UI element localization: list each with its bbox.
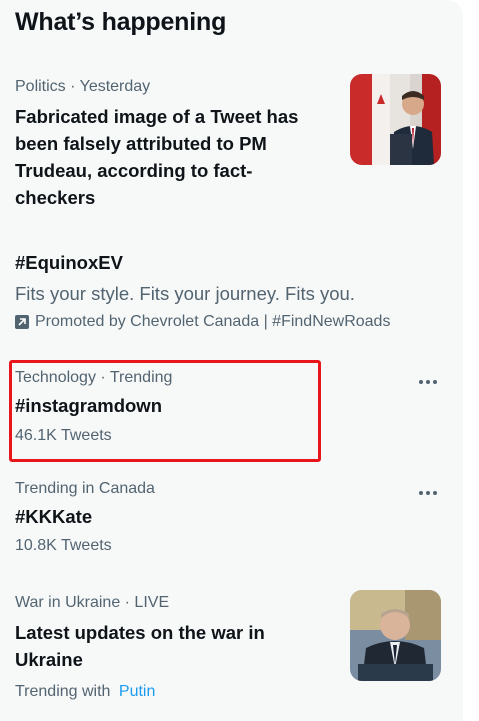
whats-happening-panel: What’s happening Politics · Yesterday Fa… <box>0 0 463 721</box>
news-thumbnail <box>350 74 441 165</box>
news-photo-putin-image <box>350 590 441 681</box>
trend-tweet-count: 10.8K Tweets <box>15 537 112 554</box>
promoted-by-text: Promoted by Chevrolet Canada | #FindNewR… <box>35 313 391 330</box>
trend-item-kkkate[interactable]: Trending in Canada #KKKate 10.8K Tweets <box>0 466 463 576</box>
news-thumbnail <box>350 590 441 681</box>
trend-meta: Trending in Canada <box>15 480 155 497</box>
news-photo-trudeau-image <box>350 74 441 165</box>
promoted-by-line: Promoted by Chevrolet Canada | #FindNewR… <box>15 313 390 331</box>
highlight-box <box>9 360 321 462</box>
more-icon[interactable] <box>414 374 442 390</box>
promoted-arrow-icon <box>15 315 29 329</box>
trend-item-politics[interactable]: Politics · Yesterday Fabricated image of… <box>0 0 463 225</box>
more-icon[interactable] <box>414 485 442 501</box>
trend-hashtag: #KKKate <box>15 506 93 527</box>
trending-with-link[interactable]: Putin <box>119 683 155 700</box>
trending-with-label: Trending with <box>15 683 111 700</box>
trending-with-line: Trending with Putin <box>15 683 155 701</box>
trend-hashtag: #EquinoxEV <box>15 252 123 273</box>
trend-item-ukraine[interactable]: War in Ukraine · LIVE Latest updates on … <box>0 580 463 721</box>
trend-meta: Politics · Yesterday <box>15 78 151 95</box>
trend-headline: Fabricated image of a Tweet has been fal… <box>15 106 299 208</box>
trend-item-promoted[interactable]: #EquinoxEV Fits your style. Fits your jo… <box>0 240 463 340</box>
trend-meta: War in Ukraine · LIVE <box>15 594 170 611</box>
promo-description: Fits your style. Fits your journey. Fits… <box>15 283 355 304</box>
trend-headline: Latest updates on the war in Ukraine <box>15 622 265 670</box>
